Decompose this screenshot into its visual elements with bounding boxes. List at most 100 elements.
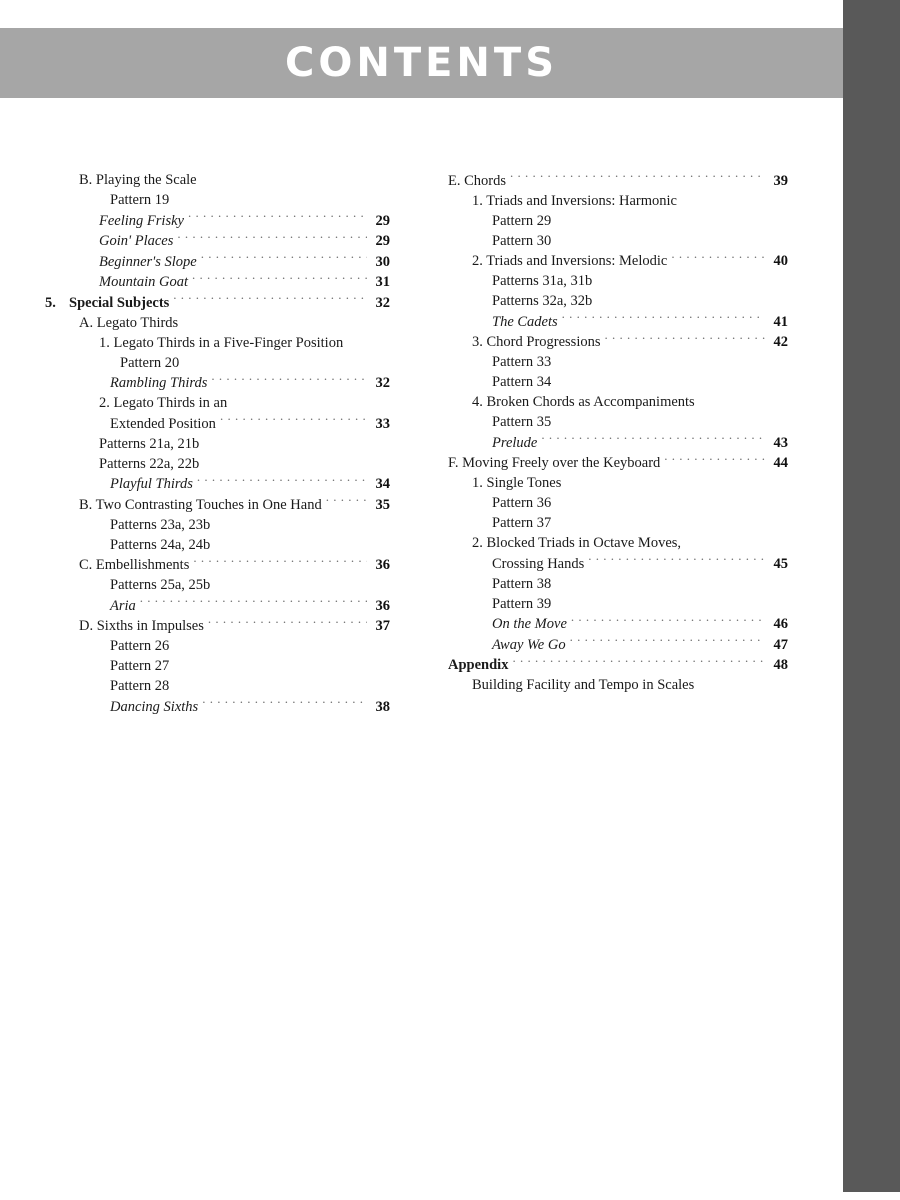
toc-page-number: 38 xyxy=(375,698,391,715)
toc-entry[interactable]: Beginner's Slope 30 xyxy=(45,251,390,272)
toc-entry[interactable]: Patterns 21a, 21b xyxy=(45,434,390,454)
toc-entry[interactable]: F. Moving Freely over the Keyboard 44 xyxy=(448,453,788,474)
toc-entry[interactable]: Patterns 31a, 31b xyxy=(448,271,788,291)
toc-entry-label: B. Two Contrasting Touches in One Hand xyxy=(79,496,322,513)
toc-entry[interactable]: Pattern 27 xyxy=(45,656,390,676)
toc-entry[interactable]: Patterns 24a, 24b xyxy=(45,535,390,555)
toc-page-number: 29 xyxy=(375,233,391,249)
toc-entry[interactable]: Pattern 28 xyxy=(45,676,390,696)
toc-entry[interactable]: Pattern 39 xyxy=(448,594,788,614)
toc-entry[interactable]: 1. Single Tones xyxy=(448,473,788,493)
toc-page-number: 33 xyxy=(375,415,391,432)
toc-entry-label: 1. Triads and Inversions: Harmonic xyxy=(472,192,677,209)
toc-entry[interactable]: Appendix 48 xyxy=(448,655,788,676)
toc-dot-leader xyxy=(605,332,766,347)
toc-entry[interactable]: B. Two Contrasting Touches in One Hand 35 xyxy=(45,494,390,515)
toc-entry-label: Dancing Sixths xyxy=(110,698,199,715)
toc-entry-label: 1. Single Tones xyxy=(472,475,562,491)
toc-entry-label: Away We Go xyxy=(492,636,566,653)
toc-entry-label: B. Playing the Scale xyxy=(79,172,197,188)
toc-page-number: 36 xyxy=(375,597,391,614)
toc-entry[interactable]: 1. Triads and Inversions: Harmonic xyxy=(448,191,788,211)
toc-entry-label: On the Move xyxy=(492,616,567,632)
toc-entry[interactable]: Pattern 37 xyxy=(448,513,788,533)
toc-page-number: 48 xyxy=(773,657,789,673)
toc-left-column: B. Playing the Scale Pattern 19 Feeling Fr… xyxy=(45,170,390,717)
toc-entry-label: Patterns 23a, 23b xyxy=(110,516,211,533)
toc-entry[interactable]: D. Sixths in Impulses 37 xyxy=(45,616,390,637)
toc-entry[interactable]: 3. Chord Progressions 42 xyxy=(448,332,788,353)
toc-entry-label: Pattern 38 xyxy=(492,575,552,592)
toc-entry-label: A. Legato Thirds xyxy=(79,314,179,331)
toc-entry-label: Pattern 26 xyxy=(110,638,170,654)
toc-entry-label: Pattern 39 xyxy=(492,595,552,612)
toc-dot-leader xyxy=(512,655,765,670)
toc-entry[interactable]: B. Playing the Scale xyxy=(45,170,390,190)
toc-entry-label: Patterns 32a, 32b xyxy=(492,293,593,309)
toc-entry[interactable]: 2. Legato Thirds in an xyxy=(45,393,390,413)
toc-entry-label: Feeling Frisky xyxy=(99,212,184,229)
toc-entry-label: Special Subjects xyxy=(69,294,170,311)
toc-entry[interactable]: Patterns 25a, 25b xyxy=(45,575,390,595)
toc-page-number: 37 xyxy=(375,618,391,634)
toc-entry[interactable]: The Cadets 41 xyxy=(448,311,788,332)
toc-entry[interactable]: Pattern 20 xyxy=(45,353,390,373)
toc-dot-leader xyxy=(177,231,367,246)
toc-entry[interactable]: Pattern 34 xyxy=(448,372,788,392)
toc-entry[interactable]: Pattern 19 xyxy=(45,190,390,210)
toc-dot-leader xyxy=(541,432,765,447)
toc-entry[interactable]: Playful Thirds 34 xyxy=(45,474,390,495)
toc-entry[interactable]: Away We Go 47 xyxy=(448,634,788,655)
toc-entry-label: Patterns 31a, 31b xyxy=(492,273,593,289)
toc-entry[interactable]: 4. Broken Chords as Accompaniments xyxy=(448,392,788,412)
toc-entry[interactable]: 2. Blocked Triads in Octave Moves, xyxy=(448,533,788,553)
toc-entry[interactable]: Building Facility and Tempo in Scales xyxy=(448,675,788,695)
toc-page-number: 41 xyxy=(773,313,789,330)
toc-entry[interactable]: Patterns 23a, 23b xyxy=(45,515,390,535)
toc-entry[interactable]: 5. Special Subjects 32 xyxy=(45,292,390,313)
toc-entry[interactable]: Pattern 38 xyxy=(448,574,788,594)
toc-entry[interactable]: Feeling Frisky 29 xyxy=(45,210,390,231)
toc-entry-label: Building Facility and Tempo in Scales xyxy=(472,677,695,693)
toc-entry[interactable]: Pattern 29 xyxy=(448,211,788,231)
toc-entry[interactable]: Pattern 30 xyxy=(448,231,788,251)
toc-entry-label: 1. Legato Thirds in a Five-Finger Positi… xyxy=(99,334,344,351)
toc-entry[interactable]: A. Legato Thirds xyxy=(45,313,390,333)
toc-entry-label: Appendix xyxy=(448,657,509,673)
toc-entry[interactable]: 2. Triads and Inversions: Melodic 40 xyxy=(448,251,788,272)
toc-entry-label: Pattern 34 xyxy=(492,374,552,390)
toc-entry[interactable]: Rambling Thirds 32 xyxy=(45,373,390,394)
toc-dot-leader xyxy=(220,413,367,428)
toc-entry-label: Patterns 21a, 21b xyxy=(99,435,200,452)
toc-page-number: 34 xyxy=(375,476,391,492)
toc-dot-leader xyxy=(197,474,367,489)
toc-page-number: 29 xyxy=(375,212,391,229)
toc-entry[interactable]: Pattern 33 xyxy=(448,352,788,372)
toc-entry[interactable]: C. Embellishments 36 xyxy=(45,555,390,576)
toc-page-number: 44 xyxy=(773,455,789,471)
toc-entry[interactable]: Patterns 22a, 22b xyxy=(45,454,390,474)
toc-entry[interactable]: E. Chords 39 xyxy=(448,170,788,191)
toc-entry[interactable]: Pattern 35 xyxy=(448,412,788,432)
toc-entry[interactable]: Dancing Sixths 38 xyxy=(45,696,390,717)
toc-dot-leader xyxy=(202,696,367,711)
toc-dot-leader xyxy=(326,494,367,509)
toc-entry[interactable]: Pattern 36 xyxy=(448,493,788,513)
toc-entry[interactable]: Extended Position 33 xyxy=(45,413,390,434)
toc-entry-label: D. Sixths in Impulses xyxy=(79,618,204,634)
toc-entry-label: F. Moving Freely over the Keyboard xyxy=(448,455,661,471)
toc-entry[interactable]: 1. Legato Thirds in a Five-Finger Positi… xyxy=(45,333,390,353)
toc-entry[interactable]: Patterns 32a, 32b xyxy=(448,291,788,311)
page-title: CONTENTS xyxy=(284,40,558,86)
toc-entry-label: 2. Triads and Inversions: Melodic xyxy=(472,253,668,269)
toc-entry[interactable]: Crossing Hands 45 xyxy=(448,553,788,574)
toc-entry[interactable]: Pattern 26 xyxy=(45,636,390,656)
toc-page-number: 43 xyxy=(773,434,789,451)
toc-entry[interactable]: Prelude 43 xyxy=(448,432,788,453)
toc-entry-label: Goin' Places xyxy=(99,233,174,249)
toc-entry[interactable]: Mountain Goat 31 xyxy=(45,272,390,293)
toc-entry-label: 3. Chord Progressions xyxy=(472,334,601,350)
toc-entry[interactable]: Goin' Places 29 xyxy=(45,231,390,252)
toc-entry[interactable]: Aria 36 xyxy=(45,595,390,616)
toc-entry[interactable]: On the Move 46 xyxy=(448,614,788,635)
